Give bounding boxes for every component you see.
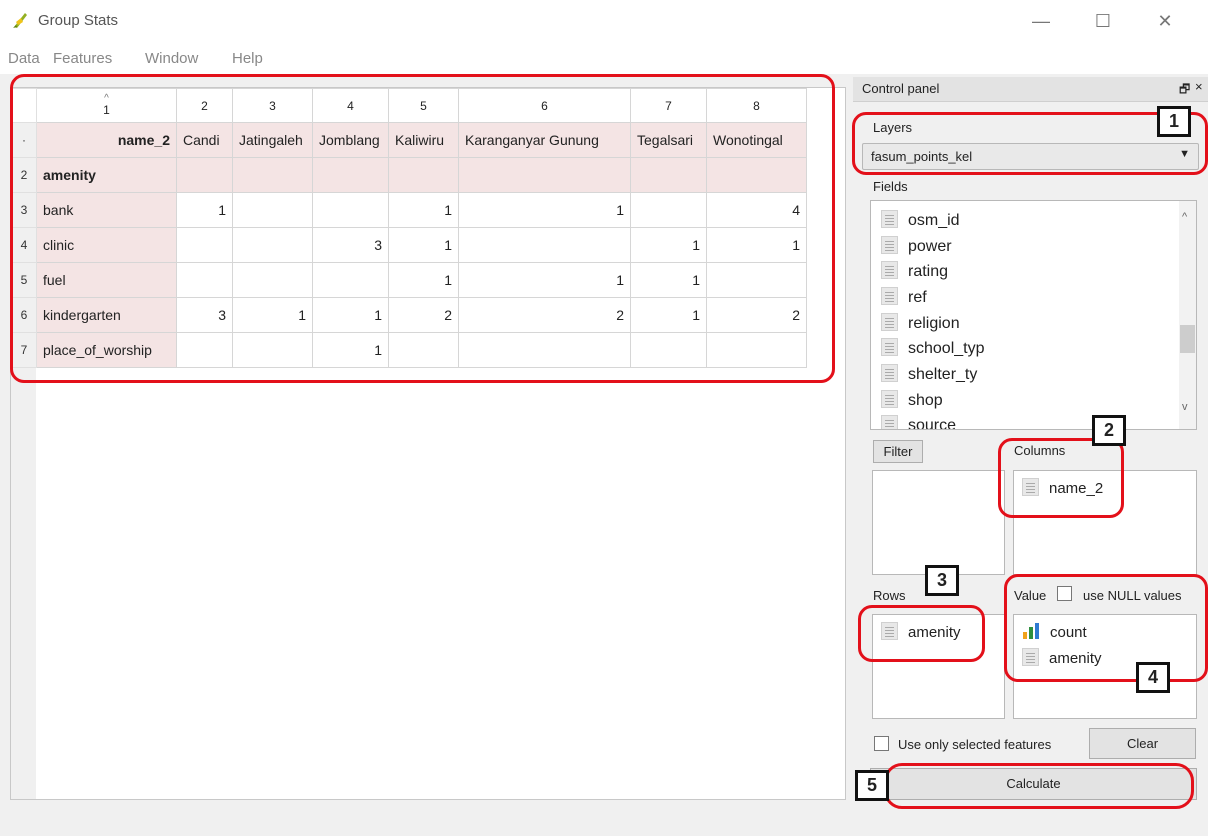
use-selected-label: Use only selected features: [898, 737, 1052, 752]
menu-bar: Data Features Window Help: [0, 42, 1208, 74]
text-field-icon: [881, 287, 898, 305]
scroll-up-icon[interactable]: ^: [1182, 211, 1187, 223]
field-item[interactable]: shop: [881, 390, 943, 415]
annotation-badge: 1: [1157, 106, 1191, 137]
scroll-down-icon[interactable]: v: [1182, 401, 1188, 413]
annotation-outline-rows: [858, 605, 985, 662]
fields-scrollbar[interactable]: ^ v: [1179, 201, 1196, 429]
menu-data[interactable]: Data: [8, 50, 40, 67]
annotation-outline-values: [1004, 574, 1208, 682]
annotation-outline-table: [10, 74, 835, 383]
annotation-outline-layers: [852, 112, 1208, 175]
annotation-outline-calculate: [884, 763, 1194, 809]
annotation-badge: 4: [1136, 662, 1170, 693]
text-field-icon: [881, 236, 898, 254]
minimize-button[interactable]: —: [1018, 6, 1064, 36]
field-item[interactable]: shelter_ty: [881, 364, 977, 389]
annotation-badge: 5: [855, 770, 889, 801]
menu-help[interactable]: Help: [232, 50, 263, 67]
text-field-icon: [881, 261, 898, 279]
rows-label: Rows: [873, 588, 906, 603]
qgis-app-icon: [13, 13, 27, 28]
control-panel-title: Control panel: [862, 81, 940, 96]
field-item[interactable]: religion: [881, 313, 960, 338]
text-field-icon: [881, 210, 898, 228]
use-selected-checkbox[interactable]: [874, 736, 889, 751]
clear-button[interactable]: Clear: [1089, 728, 1196, 759]
menu-window[interactable]: Window: [145, 50, 198, 67]
title-bar: Group Stats — ☐ ✕: [0, 0, 1208, 42]
fields-label: Fields: [873, 179, 908, 194]
float-icon[interactable]: 🗗: [1179, 80, 1190, 101]
filter-box[interactable]: [872, 470, 1005, 575]
annotation-badge: 3: [925, 565, 959, 596]
field-item[interactable]: ref: [881, 287, 927, 312]
control-panel-titlebar: Control panel 🗗 ×: [853, 77, 1208, 102]
annotation-outline-columns: [998, 438, 1124, 518]
window-title: Group Stats: [38, 12, 119, 29]
annotation-badge: 2: [1092, 415, 1126, 446]
text-field-icon: [881, 364, 898, 382]
text-field-icon: [881, 313, 898, 331]
field-item[interactable]: osm_id: [881, 210, 960, 235]
close-icon[interactable]: ×: [1195, 79, 1203, 94]
fields-list[interactable]: osm_id power rating ref religion school_…: [870, 200, 1197, 430]
field-item[interactable]: school_typ: [881, 338, 985, 363]
text-field-icon: [881, 415, 898, 429]
text-field-icon: [881, 390, 898, 408]
field-item[interactable]: source: [881, 415, 956, 429]
close-button[interactable]: ✕: [1142, 6, 1188, 36]
field-item[interactable]: power: [881, 236, 952, 261]
field-item[interactable]: rating: [881, 261, 948, 286]
menu-features[interactable]: Features: [53, 50, 112, 67]
text-field-icon: [881, 338, 898, 356]
filter-button[interactable]: Filter: [873, 440, 923, 463]
scrollbar-thumb[interactable]: [1180, 325, 1195, 353]
maximize-button[interactable]: ☐: [1080, 6, 1126, 36]
